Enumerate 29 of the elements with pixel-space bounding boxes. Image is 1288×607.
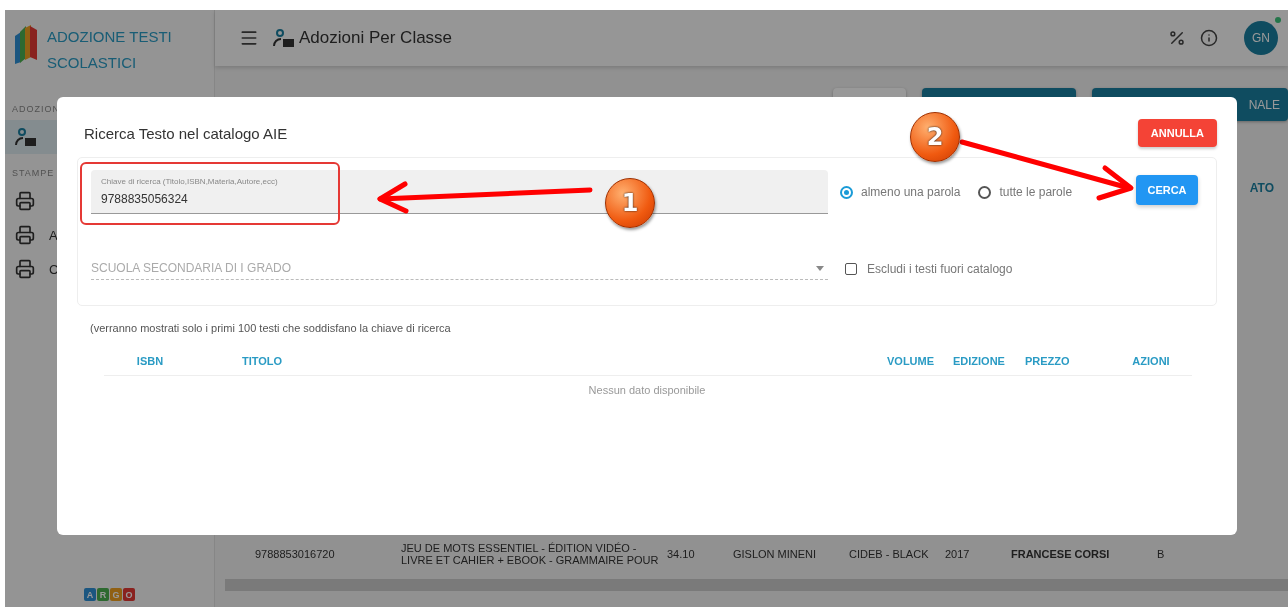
- dialog-title: Ricerca Testo nel catalogo AIE: [84, 124, 288, 142]
- section-label: STAMPE: [11, 168, 56, 178]
- table-cell-text: GISLON MINENI: [733, 548, 818, 560]
- column-header: PREZZO: [1025, 354, 1071, 367]
- column-header: ISBN: [135, 354, 165, 367]
- table-cell-text: CIDEB - BLACK: [849, 548, 930, 560]
- logo-letter: G: [110, 588, 122, 601]
- column-header: TITOLO: [241, 354, 284, 367]
- column-header: AZIONI: [1131, 354, 1171, 367]
- logo-letter: R: [97, 588, 109, 601]
- item-label: A: [49, 227, 58, 243]
- callout-badge: 2: [910, 112, 960, 162]
- logo-letter: O: [123, 588, 135, 601]
- section-label: ADOZION: [11, 104, 61, 114]
- column-header: EDIZIONE: [953, 354, 1006, 367]
- table-cell-text: 9788853016720: [255, 548, 336, 560]
- page-title: Adozioni Per Classe: [299, 28, 454, 48]
- table-cell-text: FRANCESE CORSI: [1011, 548, 1111, 560]
- search-note: (verranno mostrati solo i primi 100 testi che soddisfano la chiave di ricerca: [90, 322, 452, 334]
- item-label: C: [49, 261, 59, 277]
- table-cell-text: JEU DE MOTS ESSENTIEL - ÉDITION VIDÉO - LIVRE ET CAHIER + EBOOK - GRAMMAIRE POUR: [401, 542, 660, 566]
- column-header: VOLUME: [887, 354, 936, 367]
- table-cell-text: B: [1157, 548, 1166, 560]
- column-header: ATO: [1249, 181, 1274, 195]
- logo-letter: A: [84, 588, 96, 601]
- table-cell-text: 2017: [945, 548, 971, 560]
- empty-message: Nessun dato disponibile: [587, 384, 707, 396]
- table-cell-text: 34.10: [667, 548, 696, 560]
- app-title: ADOZIONE TESTI SCOLASTICI: [47, 27, 173, 73]
